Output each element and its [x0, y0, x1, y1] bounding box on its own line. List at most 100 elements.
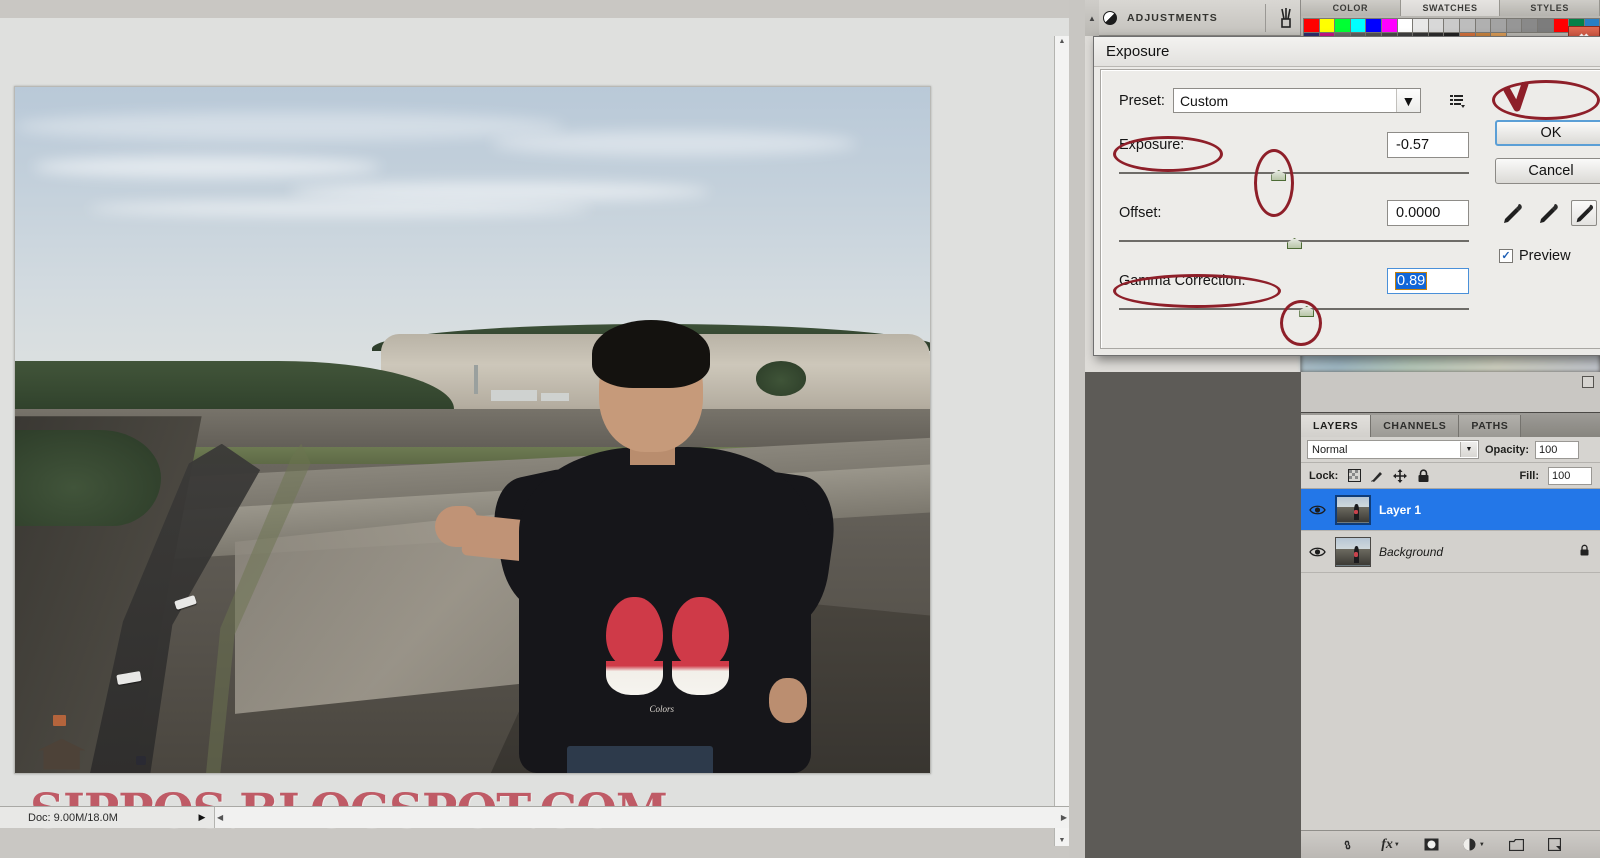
- swatch-tab-styles[interactable]: STYLES: [1500, 0, 1600, 16]
- half-circle-adjustment-icon: [1103, 10, 1117, 25]
- preset-options-icon[interactable]: [1449, 92, 1467, 110]
- panel-resize-icon[interactable]: [1582, 376, 1594, 388]
- exposure-label: Exposure:: [1119, 137, 1185, 153]
- chevron-down-icon[interactable]: ▼: [1395, 89, 1420, 112]
- heart-graphic: [606, 596, 729, 695]
- gamma_correction-input[interactable]: 0.89: [1387, 268, 1469, 294]
- panel-divider: [1265, 4, 1266, 32]
- blend-mode-value: Normal: [1312, 443, 1348, 456]
- lock-image-pixels-icon[interactable]: [1370, 469, 1384, 483]
- link-layers-icon[interactable]: [1340, 840, 1357, 850]
- offset-slider-track[interactable]: [1119, 238, 1469, 249]
- add-layer-mask-icon[interactable]: [1424, 838, 1439, 851]
- photo-canvas[interactable]: Colors: [14, 86, 931, 774]
- swatch-tab-swatches[interactable]: SWATCHES: [1400, 0, 1501, 16]
- cancel-button[interactable]: Cancel: [1495, 158, 1600, 184]
- gamma_correction-slider-track[interactable]: [1119, 306, 1469, 317]
- exposure-input[interactable]: -0.57: [1387, 132, 1469, 158]
- jeans: [567, 745, 714, 773]
- set-black-point-eyedropper[interactable]: [1499, 200, 1525, 226]
- color-swatch[interactable]: [1349, 18, 1367, 33]
- preset-label: Preset:: [1119, 92, 1165, 109]
- layer-styles-fx-icon[interactable]: fx ▼: [1381, 837, 1400, 853]
- color-swatch[interactable]: [1412, 18, 1429, 33]
- color-swatch[interactable]: [1443, 18, 1460, 33]
- gamma_correction-slider-thumb[interactable]: [1299, 306, 1315, 317]
- color-swatch[interactable]: [1505, 18, 1523, 33]
- offset-value: 0.0000: [1396, 205, 1441, 221]
- dialog-body: Preset: Custom ▼ Exposure: -0.57 Offset: 0.…: [1100, 69, 1600, 349]
- exposure-dialog: Exposure Preset: Custom ▼ Exposure: -0.57…: [1093, 36, 1600, 356]
- opacity-label: Opacity:: [1485, 443, 1530, 456]
- document-status-bar: Doc: 9.00M/18.0M ▶ ◀ ▶: [0, 806, 1069, 828]
- offset-slider-thumb[interactable]: [1287, 238, 1302, 249]
- photo-image: Colors: [15, 87, 930, 773]
- panel-scroll-up-arrow[interactable]: ▲: [1085, 0, 1099, 36]
- brush-preset-icon[interactable]: [1273, 6, 1299, 32]
- blend-mode-select[interactable]: Normal ▼: [1307, 440, 1479, 459]
- tab-paths[interactable]: PATHS: [1459, 415, 1522, 437]
- preset-select[interactable]: Custom ▼: [1172, 88, 1421, 113]
- new-adjustment-layer-icon[interactable]: ▼: [1463, 838, 1485, 851]
- scroll-right-arrow[interactable]: ▶: [1061, 813, 1067, 822]
- color-swatch[interactable]: [1458, 18, 1476, 33]
- offset-input[interactable]: 0.0000: [1387, 200, 1469, 226]
- scroll-down-arrow[interactable]: ▼: [1059, 837, 1066, 844]
- preview-checkbox[interactable]: ✓: [1499, 249, 1513, 263]
- fill-label: Fill:: [1519, 469, 1539, 482]
- layer-name: Background: [1379, 544, 1444, 559]
- heart-lobe: [606, 596, 663, 668]
- layer-thumbnail[interactable]: [1335, 536, 1371, 567]
- dialog-title-bar[interactable]: Exposure: [1094, 37, 1600, 67]
- layer-list: Layer 1 Background: [1301, 489, 1600, 573]
- color-swatch[interactable]: [1536, 18, 1554, 33]
- hand: [768, 677, 808, 724]
- adjustments-panel-header[interactable]: ▲ ADJUSTMENTS: [1085, 0, 1301, 36]
- set-white-point-eyedropper[interactable]: [1571, 200, 1597, 226]
- layers-tab-bar[interactable]: LAYERS CHANNELS PATHS: [1301, 413, 1600, 437]
- set-gray-point-eyedropper[interactable]: [1535, 200, 1561, 226]
- color-swatch[interactable]: [1396, 18, 1414, 33]
- color-swatch[interactable]: [1552, 18, 1570, 33]
- exposure-slider-track[interactable]: [1119, 170, 1469, 181]
- color-swatch[interactable]: [1365, 18, 1382, 33]
- exposure-slider-thumb[interactable]: [1271, 170, 1287, 181]
- preview-row[interactable]: ✓ Preview: [1499, 248, 1571, 264]
- layer-row[interactable]: Background: [1301, 531, 1600, 573]
- lock-position-icon[interactable]: [1393, 468, 1408, 483]
- tab-layers[interactable]: LAYERS: [1301, 415, 1372, 437]
- ok-button[interactable]: OK: [1495, 120, 1600, 146]
- cloud: [289, 181, 711, 201]
- new-layer-icon[interactable]: [1547, 838, 1561, 851]
- layer-thumbnail[interactable]: [1335, 494, 1371, 525]
- layer-visibility-icon[interactable]: [1307, 500, 1327, 520]
- swatches-tab-bar: COLOR SWATCHES STYLES: [1301, 0, 1600, 16]
- shirt-signature-text: Colors: [649, 704, 674, 715]
- color-swatch[interactable]: [1380, 18, 1398, 33]
- new-group-icon[interactable]: [1508, 838, 1524, 851]
- swatch-tab-color[interactable]: COLOR: [1301, 0, 1401, 16]
- color-swatch[interactable]: [1490, 18, 1507, 33]
- dialog-title: Exposure: [1106, 43, 1170, 60]
- canvas-horizontal-scrollbar[interactable]: ◀ ▶: [214, 807, 1069, 828]
- scroll-up-arrow[interactable]: ▲: [1059, 38, 1066, 45]
- color-swatch[interactable]: [1474, 18, 1492, 33]
- layer-row[interactable]: Layer 1: [1301, 489, 1600, 531]
- fill-input[interactable]: 100: [1548, 466, 1592, 485]
- canvas-vertical-scrollbar[interactable]: ▲ ▼: [1054, 36, 1069, 846]
- opacity-input[interactable]: 100: [1535, 440, 1580, 459]
- layer-visibility-icon[interactable]: [1307, 542, 1327, 562]
- lock-all-icon[interactable]: [1416, 468, 1430, 483]
- chevron-down-icon[interactable]: ▼: [1460, 442, 1477, 457]
- tab-channels[interactable]: CHANNELS: [1371, 415, 1460, 437]
- status-menu-arrow[interactable]: ▶: [194, 810, 210, 826]
- color-swatch[interactable]: [1303, 18, 1320, 33]
- scroll-left-arrow[interactable]: ◀: [217, 813, 223, 822]
- color-swatch[interactable]: [1427, 18, 1445, 33]
- motorcycle: [135, 755, 146, 765]
- color-swatch[interactable]: [1521, 18, 1538, 33]
- color-swatch[interactable]: [1334, 18, 1351, 33]
- lock-transparent-pixels-icon[interactable]: [1347, 469, 1361, 483]
- blend-mode-row: Normal ▼ Opacity: 100: [1301, 437, 1600, 463]
- color-swatch[interactable]: [1318, 18, 1336, 33]
